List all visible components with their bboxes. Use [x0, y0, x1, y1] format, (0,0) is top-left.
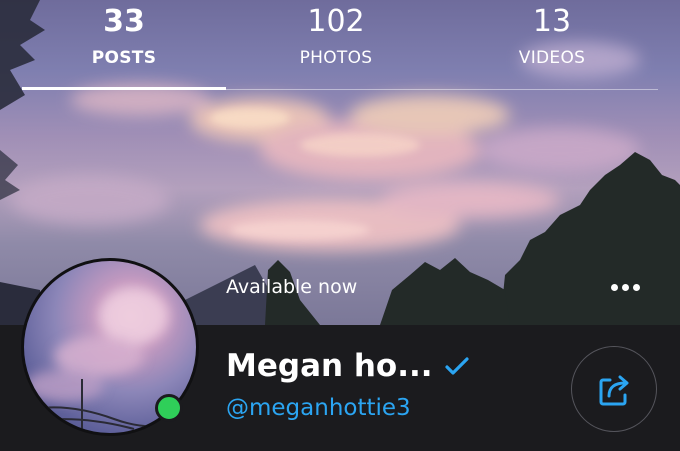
active-tab-indicator: [22, 87, 226, 90]
availability-status: Available now: [226, 276, 358, 298]
tab-photos[interactable]: 102 PHOTOS: [234, 0, 438, 68]
profile-stats-tabs: 33 POSTS 102 PHOTOS 13 VIDEOS: [0, 0, 680, 92]
photos-count: 102: [307, 4, 365, 39]
posts-count: 33: [103, 4, 145, 39]
more-horizontal-icon[interactable]: [610, 280, 642, 294]
videos-label: VIDEOS: [518, 48, 586, 68]
username[interactable]: @meganhottie3: [226, 395, 411, 421]
verified-check-icon: [444, 357, 469, 375]
tab-posts[interactable]: 33 POSTS: [22, 0, 226, 68]
display-name-row: Megan ho...: [226, 346, 469, 386]
share-button[interactable]: [571, 346, 657, 432]
online-status-indicator: [155, 394, 183, 422]
posts-label: POSTS: [91, 48, 157, 68]
share-icon: [599, 375, 629, 406]
tab-videos[interactable]: 13 VIDEOS: [450, 0, 654, 68]
photos-label: PHOTOS: [299, 48, 373, 68]
display-name: Megan ho...: [226, 348, 433, 384]
videos-count: 13: [532, 4, 572, 39]
